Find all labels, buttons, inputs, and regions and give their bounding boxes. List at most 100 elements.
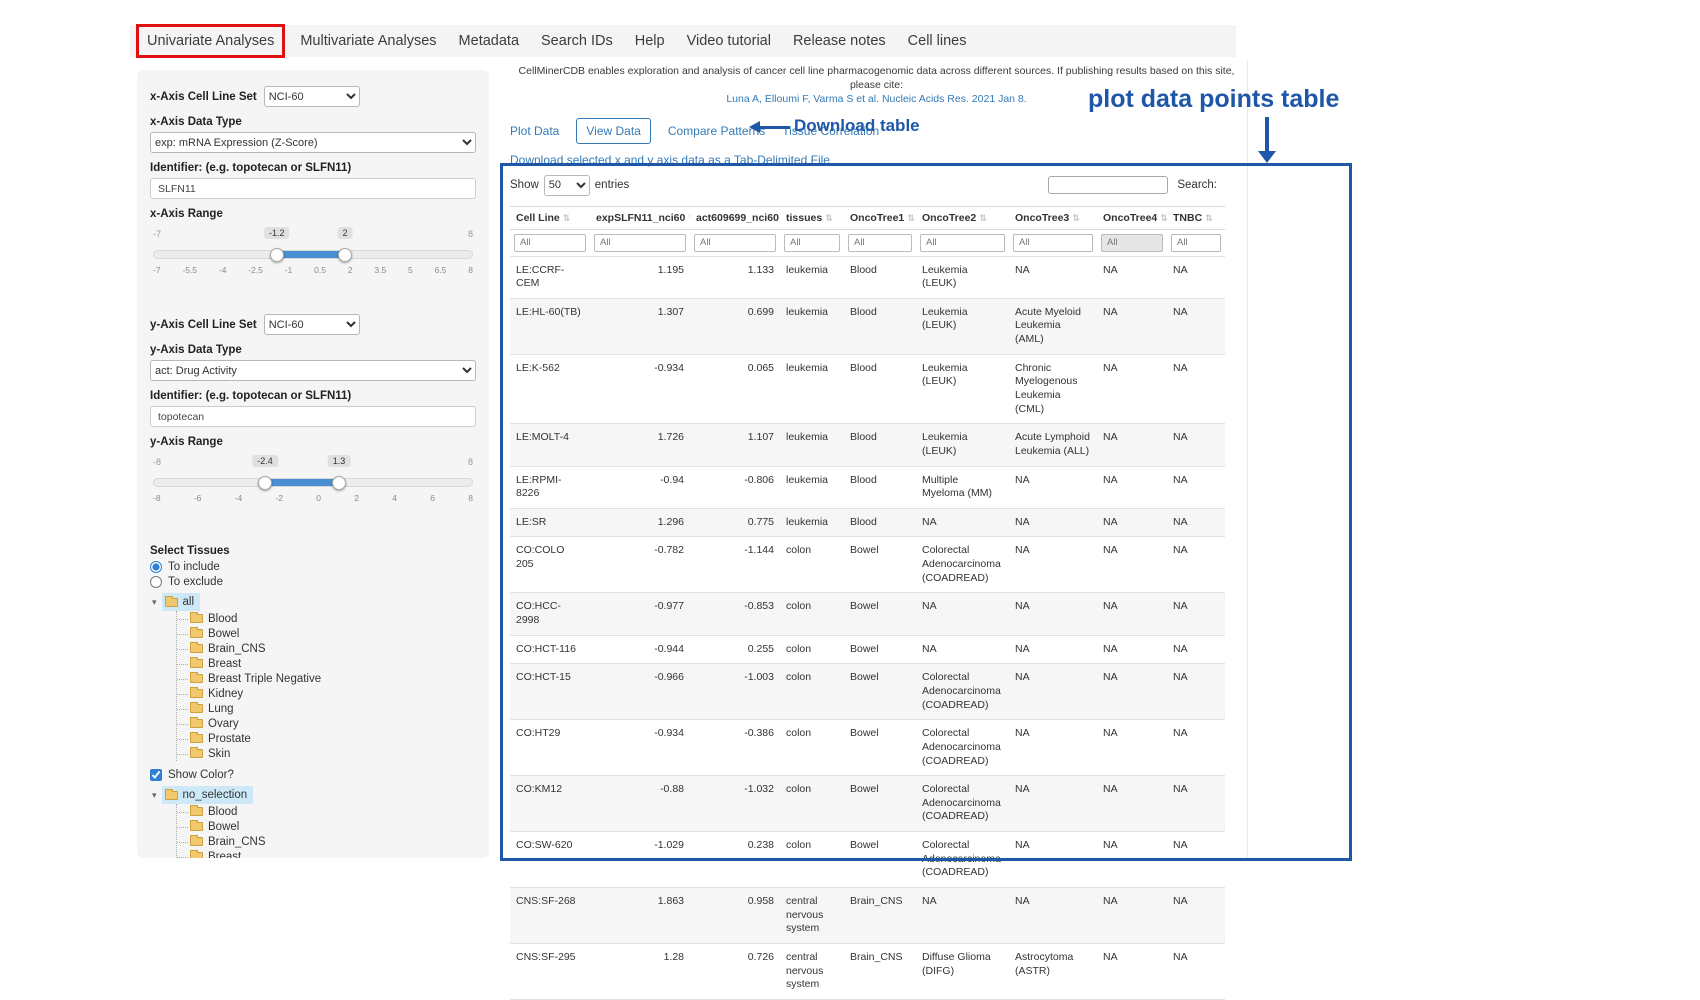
table-row[interactable]: CNS:SF-2681.8630.958central nervous syst… (510, 888, 1225, 944)
sort-icon[interactable]: ⇅ (1072, 213, 1080, 223)
nav-item-help[interactable]: Help (624, 29, 676, 53)
y-cell-line-set-select[interactable]: NCI-60 (264, 314, 360, 335)
table-row[interactable]: CO:HCC-2998-0.977-0.853colonBowelNANANAN… (510, 593, 1225, 635)
tree-item-blood[interactable]: Blood (190, 611, 476, 626)
x-identifier-input[interactable] (150, 178, 476, 199)
table-row[interactable]: LE:RPMI-8226-0.94-0.806leukemiaBloodMult… (510, 466, 1225, 508)
show-color-checkbox[interactable] (150, 769, 162, 781)
tree-item-breast[interactable]: Breast (190, 656, 476, 671)
column-header-oncotree2[interactable]: OncoTree2⇅ (916, 206, 1009, 229)
to-exclude-option[interactable]: To exclude (150, 576, 476, 588)
nav-item-release-notes[interactable]: Release notes (782, 29, 897, 53)
nav-item-univariate-analyses[interactable]: Univariate Analyses (136, 24, 285, 58)
tree-item-brain-cns[interactable]: Brain_CNS (190, 834, 476, 849)
to-exclude-radio[interactable] (150, 576, 162, 588)
table-row[interactable]: CO:HCT-116-0.9440.255colonBowelNANANANA (510, 635, 1225, 664)
column-header-oncotree4[interactable]: OncoTree4⇅ (1097, 206, 1167, 229)
table-row[interactable]: CO:COLO 205-0.782-1.144colonBowelColorec… (510, 537, 1225, 593)
tree-item-prostate[interactable]: Prostate (190, 731, 476, 746)
slider-track[interactable] (153, 250, 473, 259)
slider-handle-right[interactable] (338, 248, 352, 262)
y-identifier-input[interactable] (150, 406, 476, 427)
tree-item-breast[interactable]: Breast (190, 849, 476, 858)
search-input[interactable] (1048, 176, 1168, 194)
table-row[interactable]: LE:CCRF-CEM1.1951.133leukemiaBloodLeukem… (510, 256, 1225, 298)
x-data-type-select[interactable]: exp: mRNA Expression (Z-Score) (150, 132, 476, 153)
table-row[interactable]: CO:HCT-15-0.966-1.003colonBowelColorecta… (510, 664, 1225, 720)
filter-input-cell-line[interactable] (514, 234, 586, 252)
tree-caret-icon[interactable]: ▾ (152, 787, 157, 803)
slider-handle-right[interactable] (332, 476, 346, 490)
x-range-slider[interactable]: -7 8 -1.2 2 -7-5.5-4-2.5-10.523.556.58 (153, 244, 473, 290)
filter-input-act609699-nci60[interactable] (694, 234, 776, 252)
y-data-type-select[interactable]: act: Drug Activity (150, 360, 476, 381)
slider-track[interactable] (153, 478, 473, 487)
filter-input-oncotree3[interactable] (1013, 234, 1093, 252)
table-row[interactable]: CO:KM12-0.88-1.032colonBowelColorectal A… (510, 776, 1225, 832)
tree-item-bowel[interactable]: Bowel (190, 626, 476, 641)
table-cell: NA (916, 635, 1009, 664)
filter-input-tnbc[interactable] (1171, 234, 1221, 252)
column-header-expslfn11-nci60[interactable]: expSLFN11_nci60⇅ (590, 206, 690, 229)
table-cell: colon (780, 664, 844, 720)
column-header-oncotree3[interactable]: OncoTree3⇅ (1009, 206, 1097, 229)
tree-item-skin[interactable]: Skin (190, 746, 476, 761)
table-row[interactable]: CO:SW-620-1.0290.238colonBowelColorectal… (510, 832, 1225, 888)
table-row[interactable]: LE:HL-60(TB)1.3070.699leukemiaBloodLeuke… (510, 298, 1225, 354)
filter-input-tissues[interactable] (784, 234, 840, 252)
tree-caret-icon[interactable]: ▾ (152, 594, 157, 610)
table-cell: Multiple Myeloma (MM) (916, 466, 1009, 508)
tree-item-bowel[interactable]: Bowel (190, 819, 476, 834)
slider-handle-left[interactable] (258, 476, 272, 490)
sort-icon[interactable]: ⇅ (1160, 213, 1167, 223)
column-header-oncotree1[interactable]: OncoTree1⇅ (844, 206, 916, 229)
table-cell: NA (1097, 943, 1167, 999)
column-header-tnbc[interactable]: TNBC⇅ (1167, 206, 1225, 229)
table-row[interactable]: CO:HT29-0.934-0.386colonBowelColorectal … (510, 720, 1225, 776)
column-header-tissues[interactable]: tissues⇅ (780, 206, 844, 229)
x-cell-line-set-select[interactable]: NCI-60 (264, 86, 360, 107)
nav-item-metadata[interactable]: Metadata (448, 29, 530, 53)
table-cell: NA (1009, 888, 1097, 944)
y-range-slider[interactable]: -8 8 -2.4 1.3 -8-6-4-202468 (153, 472, 473, 518)
tree-item-brain-cns[interactable]: Brain_CNS (190, 641, 476, 656)
filter-input-oncotree1[interactable] (848, 234, 912, 252)
tree-root-no-selection[interactable]: no_selection (162, 786, 254, 804)
tab-view-data[interactable]: View Data (576, 118, 650, 144)
show-color-option[interactable]: Show Color? (150, 769, 476, 781)
tree-item-ovary[interactable]: Ovary (190, 716, 476, 731)
sort-icon[interactable]: ⇅ (1205, 213, 1213, 223)
to-include-option[interactable]: To include (150, 561, 476, 573)
tree-item-lung[interactable]: Lung (190, 701, 476, 716)
tree-root-all[interactable]: all (162, 593, 201, 611)
sort-icon[interactable]: ⇅ (979, 213, 987, 223)
table-cell: CO:SW-620 (510, 832, 590, 888)
table-row[interactable]: CNS:SF-2951.280.726central nervous syste… (510, 943, 1225, 999)
sort-icon[interactable]: ⇅ (907, 213, 915, 223)
to-include-radio[interactable] (150, 561, 162, 573)
table-cell: -1.029 (590, 832, 690, 888)
column-header-cell-line[interactable]: Cell Line⇅ (510, 206, 590, 229)
sort-icon[interactable]: ⇅ (825, 213, 833, 223)
table-row[interactable]: LE:K-562-0.9340.065leukemiaBloodLeukemia… (510, 354, 1225, 424)
table-row[interactable]: LE:SR1.2960.775leukemiaBloodNANANANA (510, 508, 1225, 537)
nav-item-cell-lines[interactable]: Cell lines (897, 29, 978, 53)
filter-input-expslfn11-nci60[interactable] (594, 234, 686, 252)
nav-item-search-ids[interactable]: Search IDs (530, 29, 624, 53)
sort-icon[interactable]: ⇅ (688, 213, 690, 223)
table-row[interactable]: LE:MOLT-41.7261.107leukemiaBloodLeukemia… (510, 424, 1225, 466)
nav-item-multivariate-analyses[interactable]: Multivariate Analyses (289, 29, 447, 53)
entries-select[interactable]: 50 (544, 175, 590, 196)
sort-icon[interactable]: ⇅ (563, 213, 571, 223)
tab-plot-data[interactable]: Plot Data (510, 124, 559, 138)
tree-item-kidney[interactable]: Kidney (190, 686, 476, 701)
column-header-act609699-nci60[interactable]: act609699_nci60⇅ (690, 206, 780, 229)
nav-item-video-tutorial[interactable]: Video tutorial (676, 29, 782, 53)
table-cell: 1.307 (590, 298, 690, 354)
tree-item-breast-triple-negative[interactable]: Breast Triple Negative (190, 671, 476, 686)
filter-input-oncotree4[interactable] (1101, 234, 1163, 252)
tree-item-blood[interactable]: Blood (190, 804, 476, 819)
filter-input-oncotree2[interactable] (920, 234, 1005, 252)
download-link[interactable]: Download selected x and y axis data as a… (510, 153, 830, 167)
slider-handle-left[interactable] (270, 248, 284, 262)
